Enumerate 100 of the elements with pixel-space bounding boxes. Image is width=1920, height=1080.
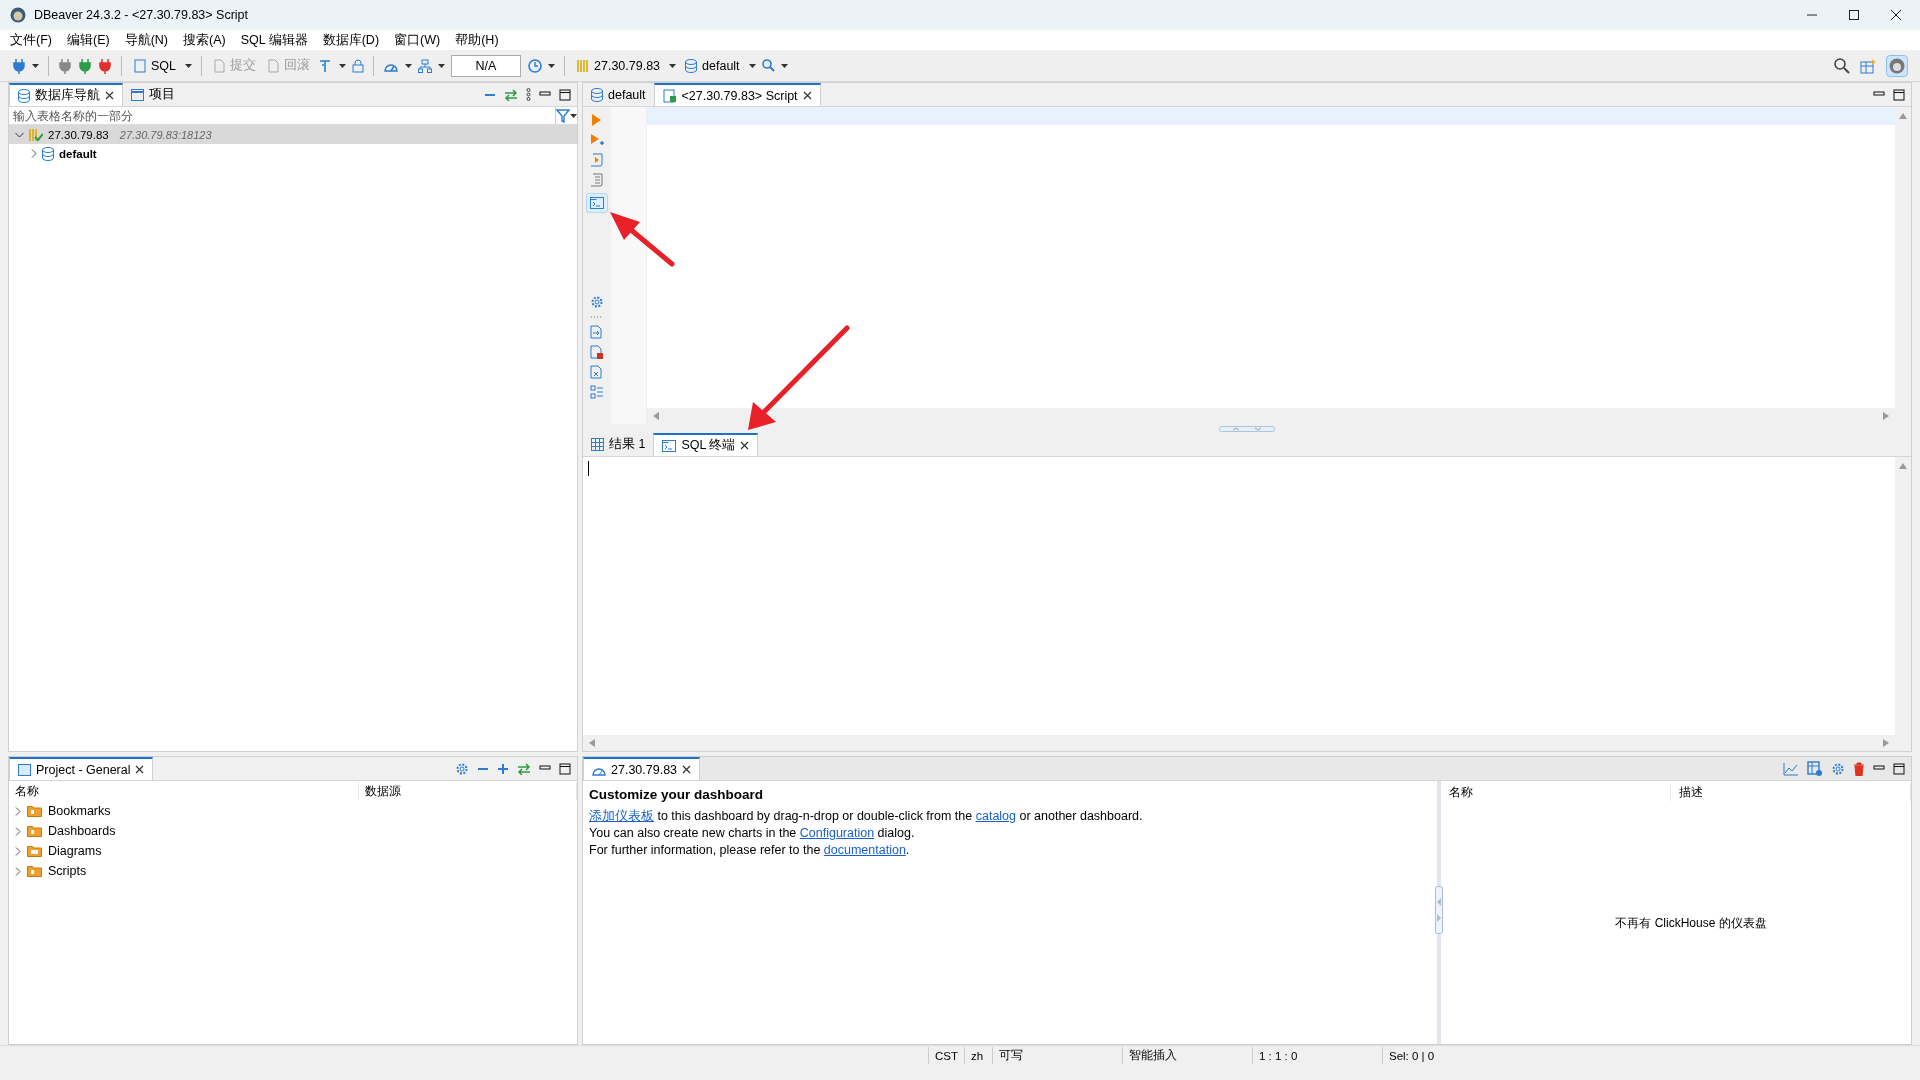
horizontal-scrollbar[interactable] bbox=[583, 735, 1895, 751]
tab[interactable]: Project - General bbox=[9, 757, 154, 780]
tree-node[interactable]: 27.30.79.83 27.30.79.83:18123 bbox=[9, 125, 577, 144]
column-header[interactable]: 名称 bbox=[9, 782, 359, 800]
error-log-icon[interactable] bbox=[590, 345, 604, 359]
column-header[interactable]: 描述 bbox=[1671, 783, 1911, 801]
script-plan-icon[interactable] bbox=[590, 173, 604, 187]
close-window-icon[interactable] bbox=[1890, 9, 1902, 21]
terminal-toggle-button[interactable] bbox=[586, 193, 608, 213]
menu-item[interactable]: 编辑(E) bbox=[66, 31, 110, 49]
menu-item[interactable]: 数据库(D) bbox=[322, 31, 380, 49]
menu-item[interactable]: 帮助(H) bbox=[455, 31, 499, 49]
network-icon[interactable] bbox=[418, 58, 432, 73]
link-icon[interactable] bbox=[504, 88, 518, 101]
outline-icon[interactable] bbox=[590, 385, 604, 399]
vertical-scrollbar[interactable] bbox=[1895, 457, 1911, 751]
caret-icon[interactable] bbox=[339, 63, 346, 68]
tab[interactable]: SQL 终端 bbox=[653, 433, 759, 456]
close-icon[interactable] bbox=[802, 91, 812, 100]
tab[interactable]: 项目 bbox=[123, 83, 183, 106]
maximize-icon[interactable] bbox=[559, 88, 571, 101]
settings-icon[interactable] bbox=[590, 295, 604, 309]
new-connection-icon[interactable] bbox=[12, 57, 26, 74]
link[interactable]: documentation bbox=[823, 843, 906, 857]
variables-icon[interactable] bbox=[590, 365, 604, 379]
caret-icon[interactable] bbox=[438, 63, 445, 68]
maximize-icon[interactable] bbox=[559, 762, 571, 775]
caret-icon[interactable] bbox=[748, 63, 756, 68]
maximize-icon[interactable] bbox=[1893, 762, 1905, 775]
caret-icon[interactable] bbox=[780, 63, 788, 68]
table-settings-icon[interactable] bbox=[1807, 760, 1823, 777]
connect-icon[interactable] bbox=[78, 57, 92, 74]
more-icon[interactable] bbox=[526, 88, 531, 101]
link[interactable]: 添加仪表板 bbox=[589, 809, 654, 823]
vertical-scrollbar[interactable] bbox=[1895, 107, 1911, 424]
schema-selector[interactable]: default bbox=[682, 56, 743, 75]
caret-icon[interactable] bbox=[548, 63, 555, 68]
tab[interactable]: default bbox=[583, 83, 654, 106]
menu-item[interactable]: 窗口(W) bbox=[394, 31, 441, 49]
maximize-window-icon[interactable] bbox=[1848, 9, 1860, 21]
sql-editor-button[interactable]: SQL bbox=[131, 56, 179, 75]
script-run-icon[interactable] bbox=[590, 153, 604, 167]
caret-icon[interactable] bbox=[32, 63, 39, 68]
expand-icon[interactable] bbox=[497, 762, 509, 775]
perspective-icon[interactable] bbox=[1860, 57, 1876, 74]
tree-node[interactable]: Diagrams bbox=[9, 841, 577, 861]
annotation-arrow bbox=[610, 212, 675, 267]
scroll-left-icon[interactable] bbox=[589, 739, 595, 747]
chart-icon[interactable] bbox=[1783, 761, 1799, 776]
history-icon[interactable] bbox=[527, 58, 542, 73]
scroll-up-icon[interactable] bbox=[1899, 463, 1907, 469]
chevron-down-icon[interactable] bbox=[15, 131, 24, 138]
link-icon[interactable] bbox=[517, 762, 531, 775]
caret-icon[interactable] bbox=[669, 63, 677, 68]
menu-item[interactable]: SQL 编辑器 bbox=[240, 31, 308, 49]
connection-selector[interactable]: 27.30.79.83 bbox=[574, 56, 664, 75]
menu-item[interactable]: 导航(N) bbox=[124, 31, 168, 49]
tab[interactable]: 27.30.79.83 bbox=[583, 757, 701, 780]
scroll-left-icon[interactable] bbox=[653, 412, 659, 420]
maximize-icon[interactable] bbox=[1893, 88, 1905, 101]
scroll-up-icon[interactable] bbox=[1899, 113, 1907, 119]
delete-icon[interactable] bbox=[1853, 761, 1865, 776]
text-format-icon[interactable] bbox=[319, 58, 333, 73]
tree-node[interactable]: default bbox=[9, 144, 577, 163]
close-icon[interactable] bbox=[135, 765, 145, 774]
caret-icon[interactable] bbox=[405, 63, 412, 68]
link[interactable]: catalog bbox=[975, 809, 1016, 823]
settings-icon[interactable] bbox=[455, 761, 469, 776]
chevron-right-icon[interactable] bbox=[31, 149, 37, 158]
disconnect-icon[interactable] bbox=[98, 57, 112, 74]
filter-icon[interactable] bbox=[556, 108, 570, 123]
menu-item[interactable]: 搜索(A) bbox=[183, 31, 226, 49]
close-icon[interactable] bbox=[682, 765, 692, 774]
column-header[interactable]: 数据源 bbox=[359, 782, 577, 800]
search-icon[interactable] bbox=[761, 59, 775, 72]
transaction-mode-box[interactable]: N/A bbox=[451, 54, 521, 77]
close-icon[interactable] bbox=[740, 441, 750, 450]
tree-node[interactable]: Scripts bbox=[9, 861, 577, 881]
tab[interactable]: 数据库导航 bbox=[9, 83, 123, 106]
tree-node[interactable]: Bookmarks bbox=[9, 801, 577, 821]
splitter-handle-icon[interactable] bbox=[1435, 886, 1443, 934]
export-icon[interactable] bbox=[590, 325, 604, 339]
menu-item[interactable]: 文件(F) bbox=[10, 31, 52, 49]
caret-icon[interactable] bbox=[185, 63, 192, 68]
avatar-button[interactable] bbox=[1886, 54, 1908, 77]
scroll-right-icon[interactable] bbox=[1883, 412, 1889, 420]
sash-handle-icon[interactable] bbox=[1219, 425, 1275, 432]
tab[interactable]: 结果 1 bbox=[583, 433, 654, 456]
tree-node[interactable]: Dashboards bbox=[9, 821, 577, 841]
tab[interactable]: <27.30.79.83> Script bbox=[653, 83, 821, 106]
column-header[interactable]: 名称 bbox=[1441, 783, 1671, 801]
search-icon[interactable] bbox=[1834, 57, 1850, 74]
execute-new-tab-icon[interactable] bbox=[590, 133, 604, 147]
caret-icon[interactable] bbox=[570, 113, 577, 118]
lock-icon[interactable] bbox=[352, 58, 364, 73]
scroll-right-icon[interactable] bbox=[1883, 739, 1889, 747]
plug-icon[interactable] bbox=[58, 57, 72, 74]
link[interactable]: Configuration bbox=[799, 826, 875, 840]
close-icon[interactable] bbox=[105, 91, 114, 100]
settings-icon[interactable] bbox=[1831, 761, 1845, 776]
